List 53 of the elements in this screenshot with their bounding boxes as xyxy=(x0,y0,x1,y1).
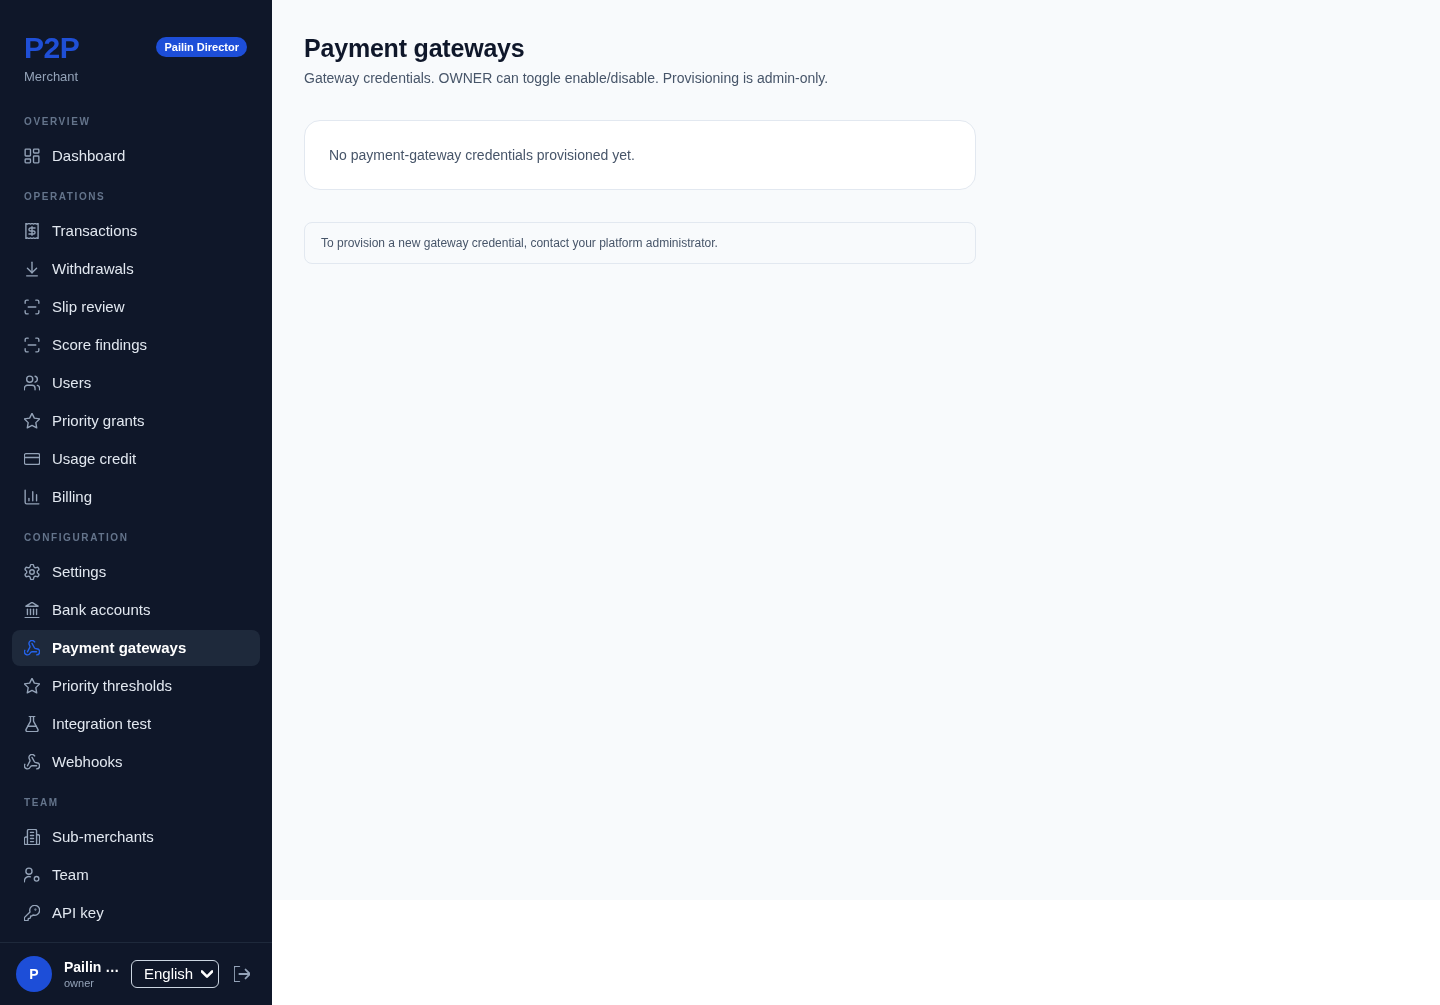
nav-item[interactable]: Payment gateways xyxy=(12,630,260,666)
nav-item[interactable]: Webhooks xyxy=(12,744,260,780)
logout-icon[interactable] xyxy=(234,966,250,982)
brand-subtitle: Merchant xyxy=(24,68,80,86)
logo-text: P2P xyxy=(24,31,80,65)
key-icon xyxy=(24,905,40,921)
building-icon xyxy=(24,829,40,845)
nav-item[interactable]: Priority thresholds xyxy=(12,668,260,704)
bank-icon xyxy=(24,602,40,618)
note-text: To provision a new gateway credential, contact your platform administrator. xyxy=(321,235,719,251)
users-icon xyxy=(24,375,40,391)
credit-card-icon xyxy=(24,451,40,467)
nav-item[interactable]: Settings xyxy=(12,554,260,590)
nav-item[interactable]: API key xyxy=(12,895,260,931)
person-icon xyxy=(24,867,40,883)
nav-item[interactable]: Usage credit xyxy=(12,441,260,477)
section-heading: TEAM xyxy=(23,796,60,810)
user-name: Pailin … xyxy=(64,958,120,976)
star-icon xyxy=(24,413,40,429)
section-heading: CONFIGURATION xyxy=(23,531,130,545)
user-role: owner xyxy=(64,975,95,990)
nav-item[interactable]: Team xyxy=(12,857,260,893)
section-heading: OVERVIEW xyxy=(23,115,92,129)
page-title: Payment gateways xyxy=(304,33,526,64)
star-icon xyxy=(24,678,40,694)
nav-item[interactable]: Users xyxy=(12,365,260,401)
nav-item[interactable]: Slip review xyxy=(12,289,260,325)
nav-item[interactable]: Integration test xyxy=(12,706,260,742)
nav-item[interactable]: Priority grants xyxy=(12,403,260,439)
page-subtitle: Gateway credentials. OWNER can toggle enable/disable. Provisioning is admin-only. xyxy=(304,69,830,88)
nav-item[interactable]: Sub-merchants xyxy=(12,819,260,855)
empty-message: No payment-gateway credentials provisioned yet. xyxy=(329,146,636,165)
user-avatar: P xyxy=(16,956,52,992)
nav-item[interactable]: Transactions xyxy=(12,213,260,249)
nav-item[interactable]: Dashboard xyxy=(12,138,260,174)
dollar-receipt-icon xyxy=(24,223,40,239)
webhook-icon xyxy=(24,640,40,656)
download-icon xyxy=(24,261,40,277)
settings-icon xyxy=(24,564,40,580)
chevron-down-icon xyxy=(201,968,213,980)
dashboard-grid-icon xyxy=(24,148,40,164)
scan-icon xyxy=(24,299,40,315)
bar-chart-icon xyxy=(24,489,40,505)
section-heading: OPERATIONS xyxy=(23,190,107,204)
nav-item[interactable]: Withdrawals xyxy=(12,251,260,287)
nav-item[interactable]: Billing xyxy=(12,479,260,515)
nav-item[interactable]: Score findings xyxy=(12,327,260,363)
role-badge: Pailin Director xyxy=(156,37,247,57)
flask-icon xyxy=(24,716,40,732)
scan-icon xyxy=(24,337,40,353)
language-select[interactable]: English xyxy=(131,960,219,988)
webhook-icon xyxy=(24,754,40,770)
nav-item[interactable]: Bank accounts xyxy=(12,592,260,628)
